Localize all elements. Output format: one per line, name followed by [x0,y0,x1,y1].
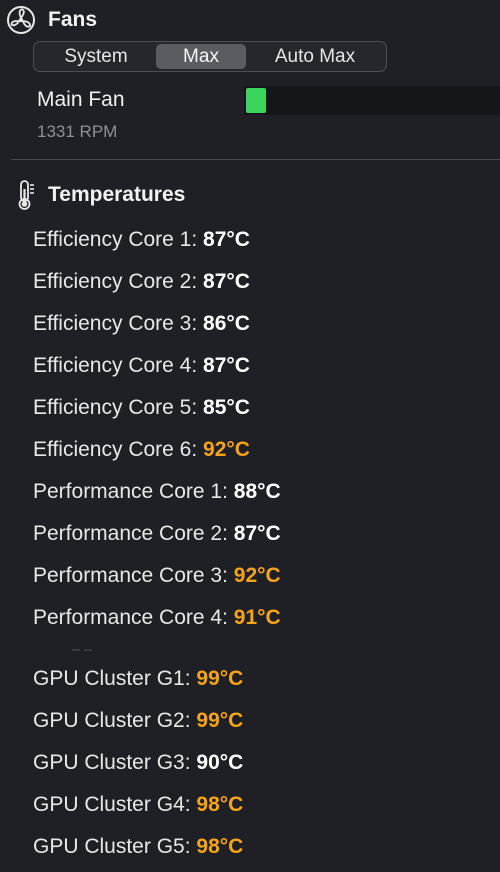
sensor-label: GPU Cluster G3: [33,751,197,774]
mode-max-button[interactable]: Max [156,44,246,69]
sensor-row: Performance Core 3: 92°C [33,563,281,589]
sensor-row: Efficiency Core 6: 92°C [33,437,250,463]
sensor-row: GPU Cluster G4: 98°C [33,792,243,818]
sensor-value: 86°C [203,312,250,335]
sensor-label: Efficiency Core 5: [33,396,204,419]
sensor-label: Performance Core 3: [33,564,234,587]
group-separator [72,649,92,651]
sensor-value: 90°C [196,751,244,774]
fan-mode-segmented-control: System Max Auto Max [33,41,387,72]
sensor-row: Efficiency Core 2: 87°C [33,269,250,295]
sensor-row: Efficiency Core 1: 87°C [33,227,250,253]
temperatures-title: Temperatures [48,183,186,206]
sensor-label: GPU Cluster G4: [33,793,197,816]
sensor-value: 98°C [196,835,244,858]
sensor-label: Efficiency Core 4: [33,354,204,377]
sensor-row: Efficiency Core 3: 86°C [33,311,250,337]
main-fan-name: Main Fan [37,88,125,111]
sensor-row: GPU Cluster G1: 99°C [33,666,243,692]
sensor-label: Performance Core 4: [33,606,234,629]
fans-header: Fans [6,6,97,34]
sensor-row: Performance Core 2: 87°C [33,521,281,547]
sensor-label: Efficiency Core 3: [33,312,204,335]
sensor-row: Performance Core 1: 88°C [33,479,281,505]
sensor-value: 88°C [233,480,281,503]
sensor-row: Performance Core 4: 91°C [33,605,281,631]
temperatures-header: Temperatures [14,179,185,211]
mode-system-button[interactable]: System [36,44,156,69]
sensor-label: Efficiency Core 2: [33,270,204,293]
sensor-value: 87°C [203,354,250,377]
sensor-value: 91°C [233,606,281,629]
sensor-value: 87°C [203,270,250,293]
sensor-label: GPU Cluster G1: [33,667,197,690]
sensor-value: 92°C [233,564,281,587]
thermometer-icon [14,179,40,211]
sensor-row: GPU Cluster G3: 90°C [33,750,243,776]
main-fan-speed-bar [244,86,500,115]
sensor-row: GPU Cluster G5: 98°C [33,834,243,860]
fan-icon [6,5,36,35]
sensor-value: 99°C [196,709,244,732]
sensor-value: 99°C [196,667,244,690]
sensor-label: Efficiency Core 6: [33,438,204,461]
main-fan-speed-fill [246,88,266,113]
sensor-value: 87°C [203,228,250,251]
sensor-row: Efficiency Core 5: 85°C [33,395,250,421]
section-divider [11,159,500,160]
sensor-value: 85°C [203,396,250,419]
sensor-label: GPU Cluster G5: [33,835,197,858]
sensor-row: Efficiency Core 4: 87°C [33,353,250,379]
sensor-label: GPU Cluster G2: [33,709,197,732]
sensor-label: Performance Core 2: [33,522,234,545]
main-fan-rpm: 1331 RPM [37,122,118,141]
sensor-label: Efficiency Core 1: [33,228,204,251]
sensor-label: Performance Core 1: [33,480,234,503]
sensor-value: 98°C [196,793,244,816]
fans-title: Fans [48,8,98,31]
sensor-value: 87°C [233,522,281,545]
mode-auto-max-button[interactable]: Auto Max [246,44,384,69]
sensor-row: GPU Cluster G2: 99°C [33,708,243,734]
sensor-value: 92°C [203,438,250,461]
